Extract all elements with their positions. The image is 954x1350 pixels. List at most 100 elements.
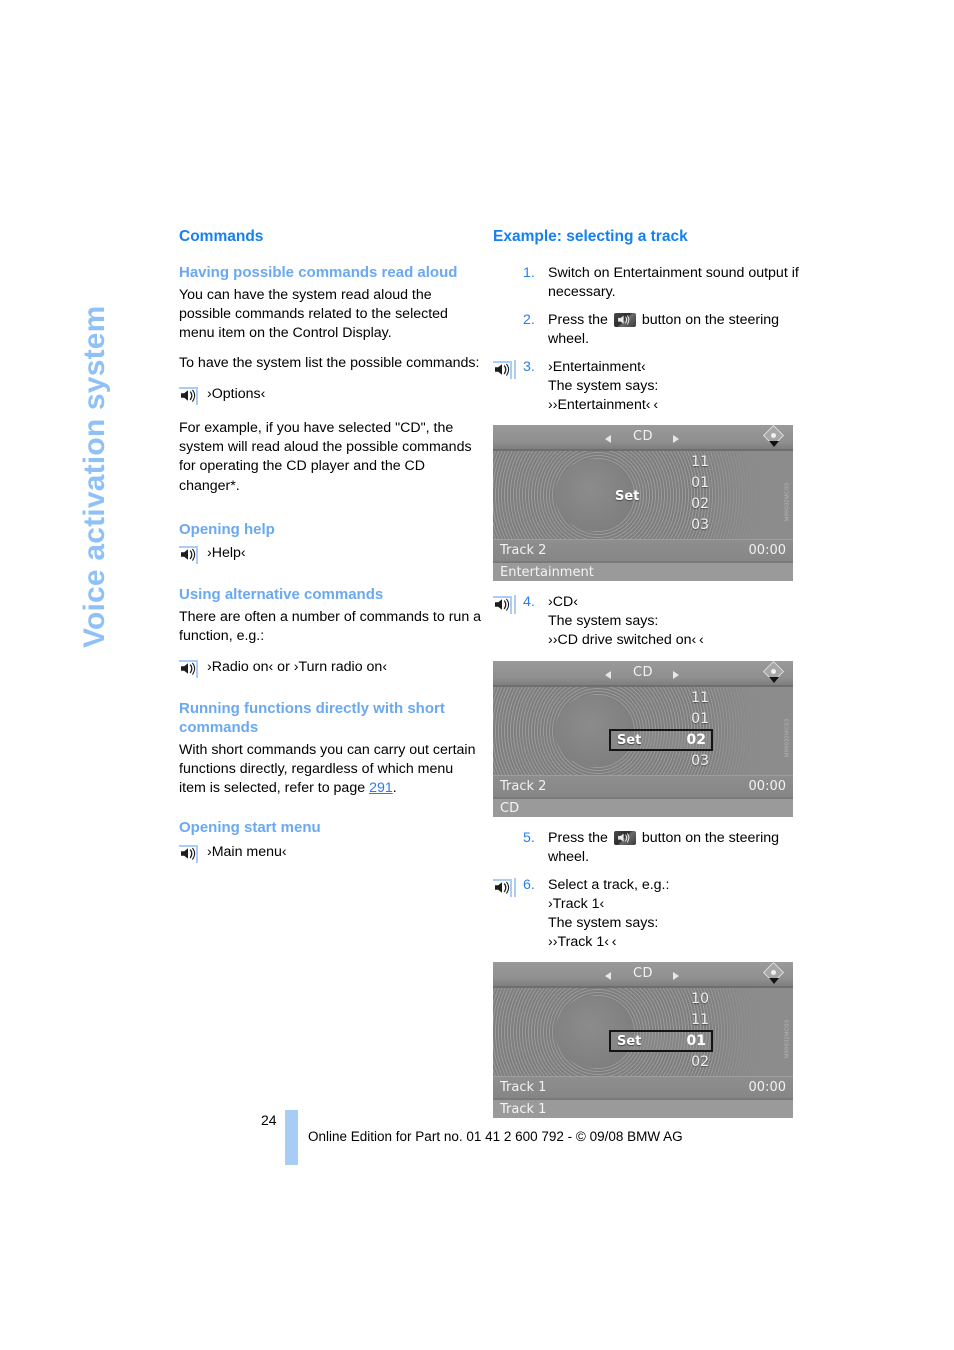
step-1-number: 1. [523, 264, 535, 281]
step-4-line-3: ››CD drive switched on‹ ‹ [548, 632, 704, 649]
joystick-icon [762, 425, 785, 449]
step-4-number: 4. [523, 594, 535, 611]
display-2-number-3[interactable]: 03 [679, 753, 709, 769]
step-2-number: 2. [523, 311, 535, 328]
command-help-label: ›Help‹ [207, 544, 246, 561]
display-3-number-0[interactable]: 10 [679, 991, 709, 1007]
display-2-number-0[interactable]: 11 [679, 690, 709, 706]
command-radio-on-label: ›Radio on‹ or ›Turn radio on‹ [207, 659, 388, 676]
steering-wheel-voice-button-icon [613, 830, 636, 845]
display-2-main: 11 01 Set 02 03 [493, 686, 793, 775]
chapter-tab-label: Voice activation system [78, 305, 111, 648]
display-1-status-text: Entertainment [500, 565, 594, 581]
step-6-number: 6. [523, 876, 535, 893]
step-voice-rule [514, 877, 516, 897]
display-fade [701, 451, 793, 540]
step-6: 6. Select a track, e.g.: ›Track 1‹ The s… [493, 876, 799, 952]
voice-command-icon [493, 596, 512, 615]
display-1-status-bar: Entertainment [493, 561, 793, 582]
joystick-icon [762, 962, 785, 986]
display-3-number-3[interactable]: 02 [679, 1054, 709, 1070]
display-2-status-bar: CD [493, 796, 793, 817]
control-display-screenshot-1: CD Set 11 01 02 03 Track 2 00:00 Enterta… [493, 425, 793, 582]
step-5-number: 5. [523, 829, 535, 846]
step-voice-rule [514, 595, 516, 615]
display-1-number-0[interactable]: 11 [679, 454, 709, 470]
voice-command-icon [179, 660, 198, 679]
display-2-set-label: Set [617, 732, 642, 748]
step-3-text: ›Entertainment‹ The system says: ››Enter… [548, 358, 658, 415]
display-1-set-label: Set [615, 489, 640, 505]
display-2-number-2: 02 [686, 731, 706, 748]
display-2-number-1[interactable]: 01 [679, 711, 709, 727]
step-3-line-1: ›Entertainment‹ [548, 358, 646, 375]
display-3-number-1[interactable]: 11 [679, 1012, 709, 1028]
display-2-header: CD [493, 660, 793, 687]
step-6-line-1: Select a track, e.g.: [548, 876, 670, 893]
left-section-title: Commands [179, 228, 264, 245]
voice-command-icon [493, 878, 512, 897]
right-section-title: Example: selecting a track [493, 228, 688, 245]
display-3-header: CD [493, 962, 793, 989]
step-4-line-1: ›CD‹ [548, 594, 578, 611]
manual-page: Voice activation system Commands Having … [0, 0, 954, 1350]
page-footer: 24 Online Edition for Part no. 01 41 2 6… [0, 1105, 954, 1185]
step-2-prefix: Press the [548, 311, 612, 328]
display-1-track-bar: Track 2 00:00 [493, 539, 793, 562]
display-1-number-3[interactable]: 03 [679, 517, 709, 533]
display-3-track-time: 00:00 [748, 1080, 786, 1096]
display-3-selected-row[interactable]: Set 01 [609, 1030, 713, 1053]
display-1-title: CD [632, 429, 654, 445]
page-reference-link[interactable]: 291 [369, 780, 393, 796]
step-voice-rule [514, 359, 516, 379]
right-arrow-icon[interactable] [673, 435, 679, 444]
command-radio-on: ›Radio on‹ or ›Turn radio on‹ [179, 657, 483, 679]
display-2-selected-row[interactable]: Set 02 [609, 728, 713, 751]
display-3-track-bar: Track 1 00:00 [493, 1076, 793, 1099]
figure-code-2: M99032MC03 [784, 718, 791, 757]
step-5-prefix: Press the [548, 829, 612, 846]
command-options: ›Options‹ [179, 384, 483, 406]
command-main-menu: ›Main menu‹ [179, 842, 483, 863]
display-1-track-time: 00:00 [748, 543, 786, 559]
display-3-set-label: Set [617, 1034, 642, 1050]
display-1-main: Set 11 01 02 03 [493, 451, 793, 540]
voice-command-icon [493, 360, 512, 379]
step-4-line-2: The system says: [548, 613, 659, 630]
right-column: Example: selecting a track 1. Switch on … [493, 228, 799, 1130]
heading-short-commands: Running functions directly with short co… [179, 700, 445, 736]
short-text-a: With short commands you can carry out ce… [179, 742, 476, 797]
chapter-tab: Voice activation system [78, 228, 160, 648]
voice-command-icon [179, 545, 198, 564]
heading-start-menu: Opening start menu [179, 819, 321, 837]
step-3: 3. ›Entertainment‹ The system says: ››En… [493, 358, 799, 415]
display-2-status-text: CD [500, 800, 520, 816]
right-arrow-icon[interactable] [673, 670, 679, 679]
voice-command-icon [179, 387, 198, 406]
step-4-text: ›CD‹ The system says: ››CD drive switche… [548, 593, 704, 650]
step-3-number: 3. [523, 358, 535, 375]
control-display-screenshot-3: CD 10 11 Set 01 02 Track 1 00:00 Track 1… [493, 962, 793, 1119]
paragraph-short-commands: With short commands you can carry out ce… [179, 741, 483, 798]
voice-command-icon [179, 844, 198, 863]
display-3-track-name: Track 1 [500, 1080, 547, 1096]
page-number: 24 [261, 1112, 277, 1128]
command-options-label: ›Options‹ [207, 386, 266, 403]
step-6-line-4: ››Track 1‹ ‹ [548, 934, 617, 950]
step-5-text: Press the button on the steering wheel. [548, 829, 799, 867]
control-display-screenshot-2: CD 11 01 Set 02 03 Track 2 00:00 CD M990… [493, 660, 793, 817]
command-main-menu-label: ›Main menu‹ [207, 843, 287, 860]
right-arrow-icon[interactable] [673, 972, 679, 981]
step-3-line-2: The system says: [548, 378, 659, 395]
display-1-number-1[interactable]: 01 [679, 475, 709, 491]
display-1-track-name: Track 2 [500, 543, 547, 559]
step-4: 4. ›CD‹ The system says: ››CD drive swit… [493, 593, 799, 650]
display-1-number-2[interactable]: 02 [679, 496, 709, 512]
display-1-header: CD [493, 425, 793, 452]
display-3-title: CD [632, 966, 654, 982]
paragraph-read-aloud-3: For example, if you have selected "CD", … [179, 420, 472, 494]
heading-read-aloud: Having possible commands read aloud [179, 263, 458, 281]
heading-opening-help: Opening help [179, 520, 275, 538]
step-6-text: Select a track, e.g.: ›Track 1‹ The syst… [548, 876, 669, 952]
paragraph-alternative-1: There are often a number of commands to … [179, 609, 482, 645]
